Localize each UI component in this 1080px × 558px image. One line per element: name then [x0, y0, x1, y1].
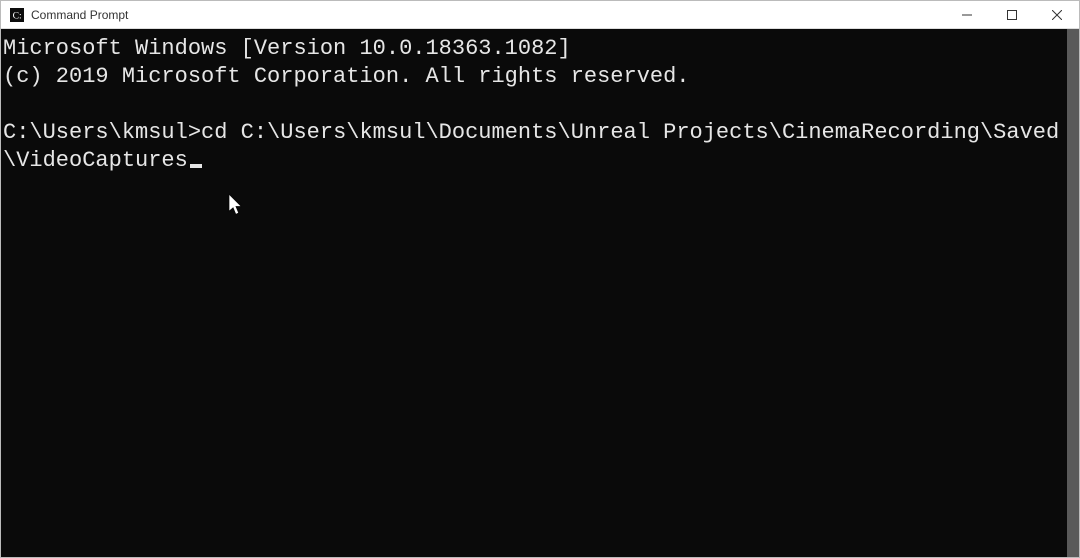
terminal-area: Microsoft Windows [Version 10.0.18363.10… [1, 29, 1079, 557]
svg-text:C:: C: [13, 10, 22, 21]
window-controls [944, 1, 1079, 28]
prompt: C:\Users\kmsul> [3, 120, 201, 145]
text-cursor [190, 164, 202, 168]
close-button[interactable] [1034, 1, 1079, 28]
terminal[interactable]: Microsoft Windows [Version 10.0.18363.10… [1, 29, 1067, 557]
scrollbar-thumb[interactable] [1067, 29, 1079, 557]
window-title: Command Prompt [31, 8, 128, 22]
minimize-button[interactable] [944, 1, 989, 28]
vertical-scrollbar[interactable] [1067, 29, 1079, 557]
titlebar[interactable]: C: Command Prompt [1, 1, 1079, 29]
version-line: Microsoft Windows [Version 10.0.18363.10… [3, 36, 571, 61]
minimize-icon [962, 10, 972, 20]
maximize-button[interactable] [989, 1, 1034, 28]
command-prompt-icon: C: [9, 7, 25, 23]
command-prompt-window: C: Command Prompt Microsoft Windows [Ver… [0, 0, 1080, 558]
close-icon [1052, 10, 1062, 20]
copyright-line: (c) 2019 Microsoft Corporation. All righ… [3, 64, 690, 89]
maximize-icon [1007, 10, 1017, 20]
